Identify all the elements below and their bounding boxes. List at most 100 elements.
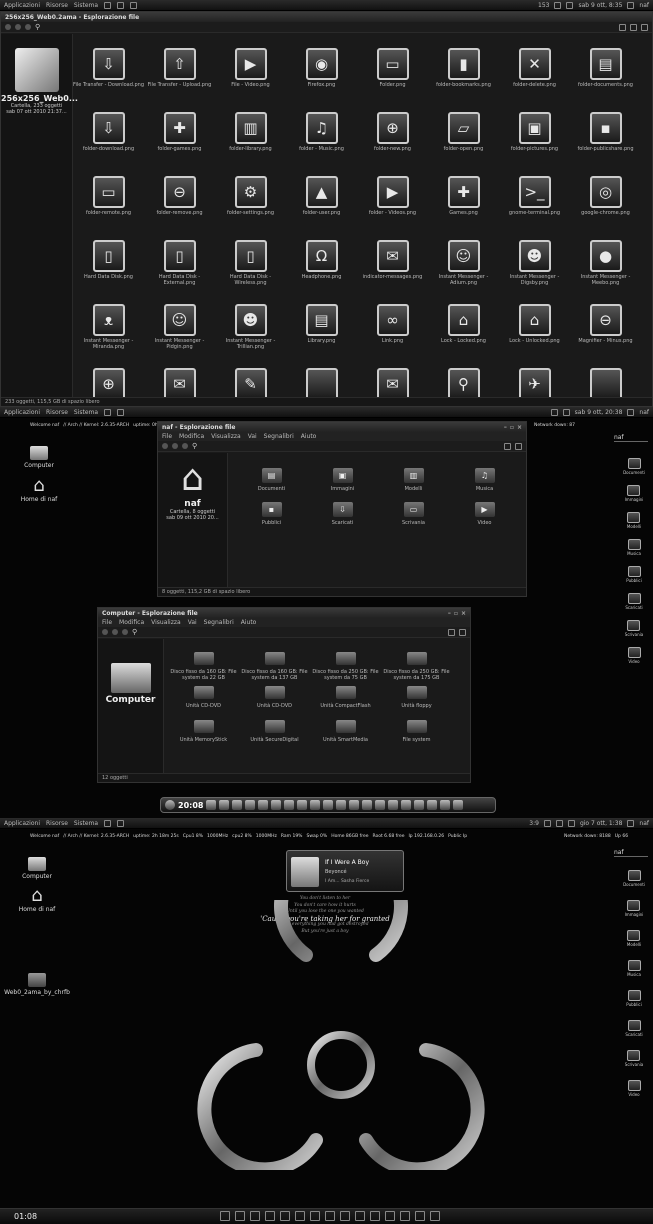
view-list-icon[interactable]	[641, 23, 648, 31]
menu-item[interactable]: Segnalibri	[204, 619, 234, 626]
dock-launcher-icon[interactable]	[258, 800, 269, 810]
place-item[interactable]: Scrivania	[625, 1050, 643, 1067]
menu-applications[interactable]: Applicazioni	[4, 2, 40, 9]
panel-clock[interactable]: gio 7 ott, 1:38	[580, 820, 622, 827]
icon-item[interactable]: ⊖ folder-remove.png	[144, 176, 215, 240]
drive-item[interactable]: Unità MemoryStick	[168, 720, 239, 754]
icon-item[interactable]: ☺ Instant Messenger - Pidgin.png	[144, 304, 215, 368]
icon-item[interactable]: ☻ Instant Messenger - Trillian.png	[215, 304, 286, 368]
reload-icon[interactable]	[122, 629, 128, 635]
drive-item[interactable]: Unità CD-DVD	[168, 686, 239, 720]
drive-item[interactable]: Unità SecureDigital	[239, 720, 310, 754]
view-icon[interactable]	[504, 442, 511, 450]
menu-places[interactable]: Risorse	[46, 2, 68, 9]
icon-item[interactable]: ▯ Hard Data Disk - External.png	[144, 240, 215, 304]
icon-item[interactable]: ⌂ Lock - Locked.png	[428, 304, 499, 368]
launcher-icon[interactable]	[220, 1211, 230, 1221]
icon-item[interactable]: ▲ folder-user.png	[286, 176, 357, 240]
icon-item[interactable]: ▥ folder-library.png	[215, 112, 286, 176]
drive-item[interactable]: Disco fisso da 160 GB: File system da 22…	[168, 652, 239, 686]
power-icon[interactable]	[627, 408, 635, 416]
forward-icon[interactable]	[15, 24, 21, 30]
icon-item[interactable]: ▭ Folder.png	[357, 48, 428, 112]
icon-item[interactable]: ▮ folder-bookmarks.png	[428, 48, 499, 112]
menu-item[interactable]: Visualizza	[211, 433, 241, 440]
launcher-icon[interactable]	[415, 1211, 425, 1221]
place-item[interactable]: Video	[627, 1080, 641, 1097]
icon-item[interactable]: ⚙ folder-settings.png	[215, 176, 286, 240]
folder-item[interactable]: ⇩ Scaricati	[307, 502, 378, 536]
view-grid-icon[interactable]	[459, 628, 466, 636]
panel-user[interactable]: naf	[639, 820, 649, 827]
panel-clock[interactable]: sab 9 ott, 8:35	[578, 2, 622, 9]
place-item[interactable]: Immagini	[625, 485, 643, 502]
icon-item[interactable]: ▶ folder - Videos.png	[357, 176, 428, 240]
icon-item[interactable]: ✕ folder-delete.png	[499, 48, 570, 112]
dock-launcher-icon[interactable]	[271, 800, 282, 810]
menu-item[interactable]: Vai	[188, 619, 197, 626]
place-item[interactable]: Pubblici	[626, 990, 642, 1007]
launcher-icon[interactable]	[235, 1211, 245, 1221]
minimize-icon[interactable]: –	[504, 424, 507, 431]
folder-item[interactable]: ▣ Immagini	[307, 468, 378, 502]
maximize-icon[interactable]: ▫	[510, 424, 514, 431]
menu-applications[interactable]: Applicazioni	[4, 820, 40, 827]
view-grid-icon[interactable]	[630, 23, 637, 31]
back-icon[interactable]	[5, 24, 11, 30]
icon-item[interactable]: ∞ Link.png	[357, 304, 428, 368]
launcher-icon[interactable]	[117, 819, 125, 827]
menu-item[interactable]: Modifica	[179, 433, 204, 440]
icon-item[interactable]: >_ gnome-terminal.png	[499, 176, 570, 240]
menu-system[interactable]: Sistema	[74, 820, 98, 827]
launcher-icon[interactable]	[265, 1211, 275, 1221]
icon-item[interactable]: ᴥ Instant Messenger - Miranda.png	[73, 304, 144, 368]
panel-user[interactable]: naf	[639, 409, 649, 416]
dock-launcher-icon[interactable]	[362, 800, 373, 810]
place-item[interactable]: Documenti	[623, 870, 645, 887]
icon-item[interactable]: ⇧ File Transfer - Upload.png	[144, 48, 215, 112]
launcher-icon[interactable]	[370, 1211, 380, 1221]
menu-item[interactable]: Visualizza	[151, 619, 181, 626]
menu-item[interactable]: File	[162, 433, 172, 440]
icon-item[interactable]: ● Instant Messenger - Meebo.png	[570, 240, 641, 304]
drive-item[interactable]: Disco fisso da 160 GB: File system da 13…	[239, 652, 310, 686]
back-icon[interactable]	[102, 629, 108, 635]
icon-item[interactable]: ✉ indicator-messages.png	[357, 240, 428, 304]
drive-item[interactable]: Disco fisso da 250 GB: File system da 75…	[310, 652, 381, 686]
launcher-icon[interactable]	[400, 1211, 410, 1221]
folder-item[interactable]: ▥ Modelli	[378, 468, 449, 502]
desktop-icon-computer[interactable]: Computer	[22, 446, 56, 469]
place-item[interactable]: Immagini	[625, 900, 643, 917]
drive-item[interactable]: Unità CompactFlash	[310, 686, 381, 720]
icon-item[interactable]: ▪ folder-publicshare.png	[570, 112, 641, 176]
search-icon[interactable]: ⚲	[132, 628, 137, 636]
launcher-icon[interactable]	[325, 1211, 335, 1221]
drive-item[interactable]: Unità CD-DVD	[239, 686, 310, 720]
icon-item[interactable]: ✚ folder-games.png	[144, 112, 215, 176]
place-item[interactable]: Musica	[627, 960, 641, 977]
forward-icon[interactable]	[172, 443, 178, 449]
minimize-icon[interactable]: –	[448, 610, 451, 617]
icon-item[interactable]: ▭ folder-remote.png	[73, 176, 144, 240]
menu-item[interactable]: Vai	[248, 433, 257, 440]
launcher-icon[interactable]	[280, 1211, 290, 1221]
launcher-icon[interactable]	[430, 1211, 440, 1221]
desktop-icon-home[interactable]: ⌂ Home di naf	[16, 476, 62, 504]
desktop-icon-folder[interactable]: Web0_2ama_by_chrfb	[2, 973, 72, 996]
place-item[interactable]: Modelli	[627, 512, 641, 529]
window-titlebar[interactable]: naf - Esplorazione file – ▫ ×	[158, 422, 526, 432]
icon-item[interactable]: ☺ Instant Messenger - Adium.png	[428, 240, 499, 304]
drive-item[interactable]: Unità SmartMedia	[310, 720, 381, 754]
icon-item[interactable]: ⇩ File Transfer - Download.png	[73, 48, 144, 112]
launcher-icon[interactable]	[340, 1211, 350, 1221]
dock-launcher-icon[interactable]	[349, 800, 360, 810]
power-icon[interactable]	[627, 819, 635, 827]
launcher-icon[interactable]	[355, 1211, 365, 1221]
place-item[interactable]: Video	[627, 647, 641, 664]
launcher-icon[interactable]	[295, 1211, 305, 1221]
menu-item[interactable]: Aiuto	[301, 433, 317, 440]
back-icon[interactable]	[162, 443, 168, 449]
view-icon[interactable]	[448, 628, 455, 636]
desktop-icon-home[interactable]: ⌂ Home di naf	[14, 886, 60, 914]
dock-launcher-icon[interactable]	[310, 800, 321, 810]
